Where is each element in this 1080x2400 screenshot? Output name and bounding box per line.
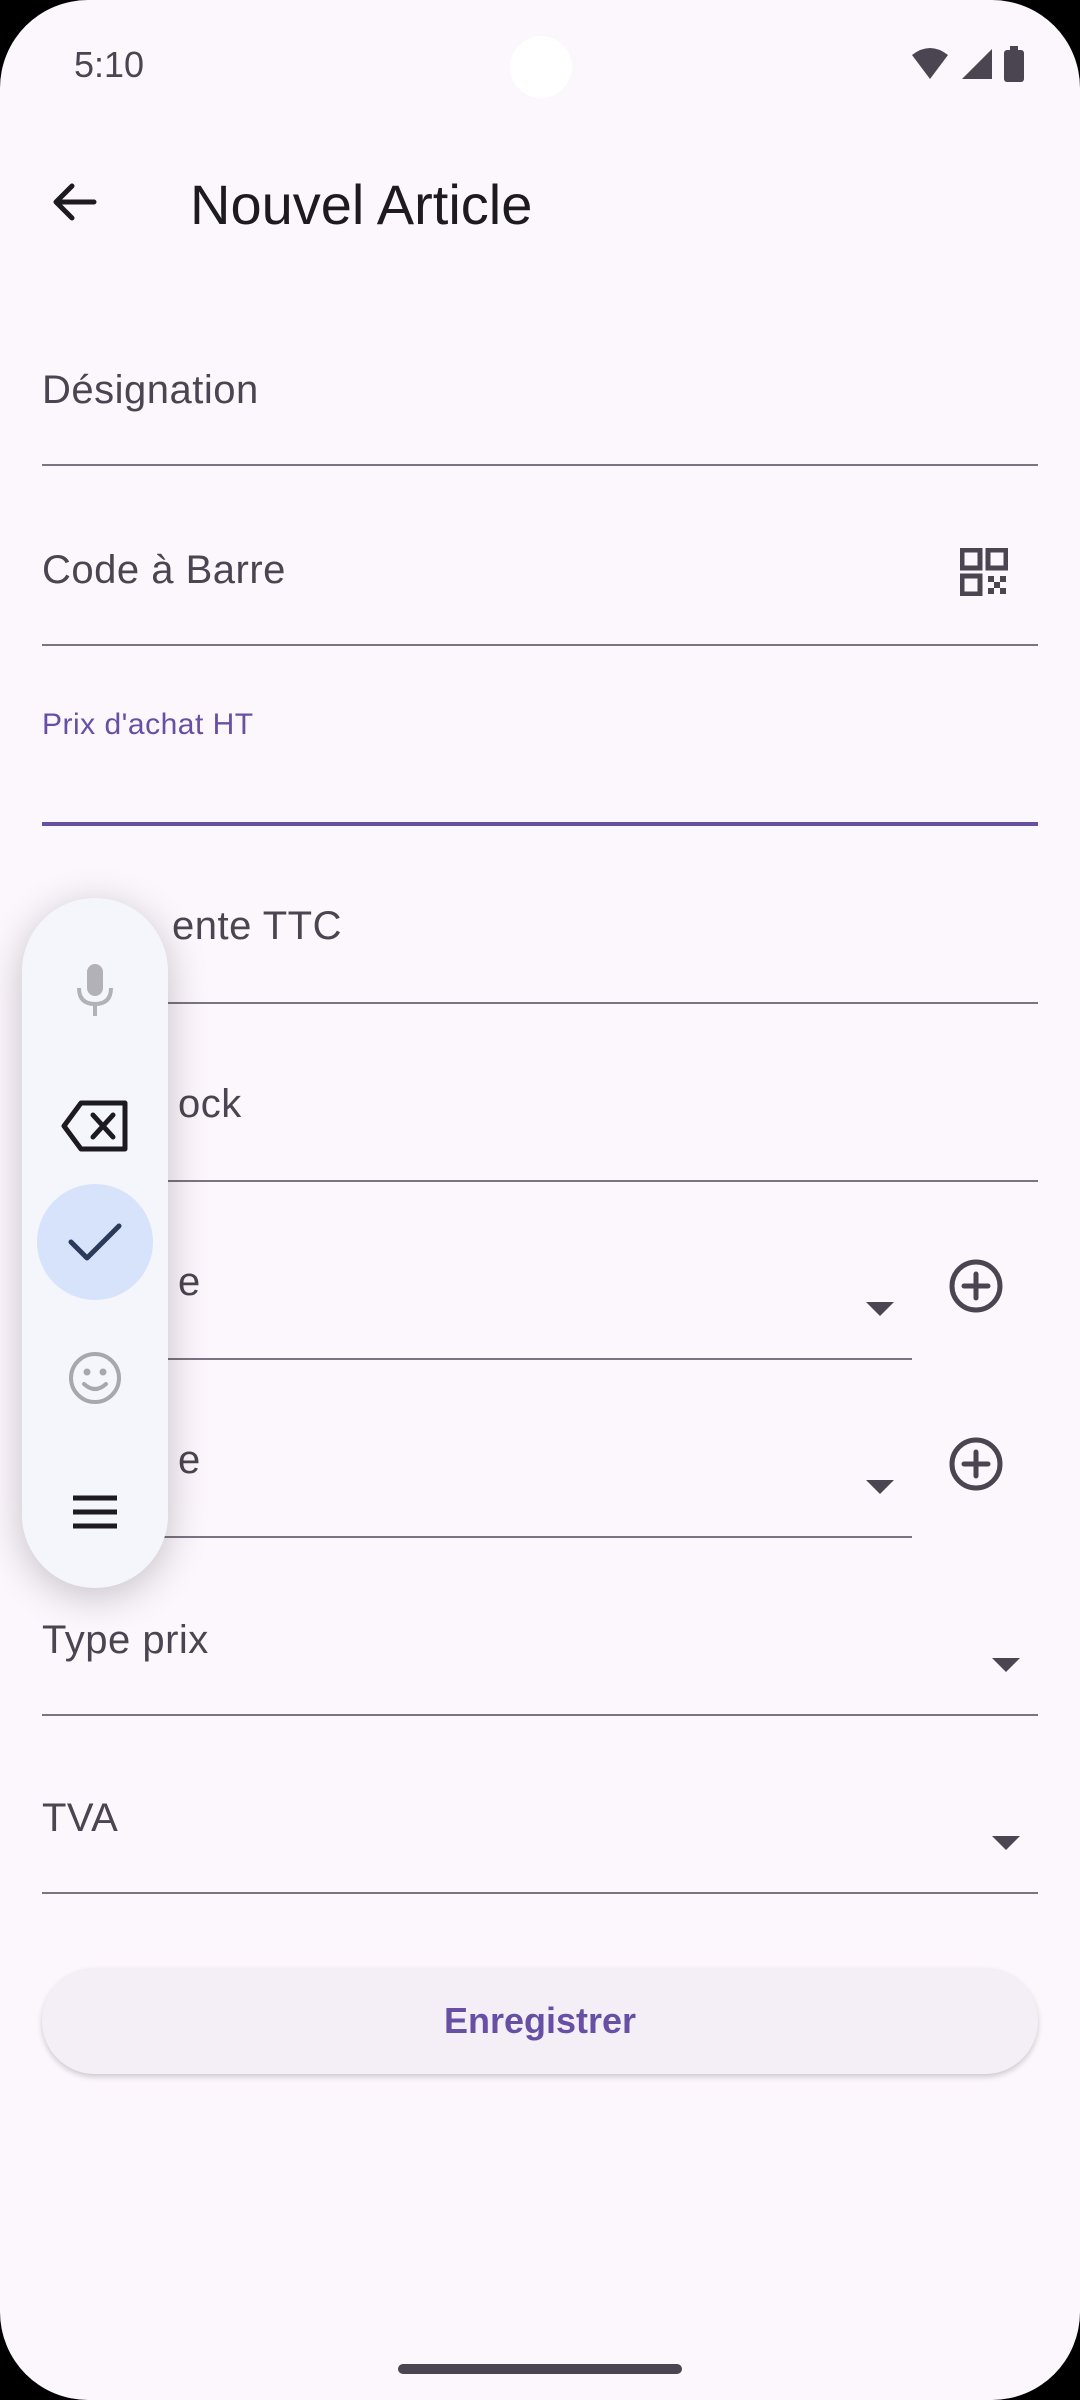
add-family-button[interactable] [946, 1434, 1006, 1494]
home-indicator[interactable] [398, 2364, 682, 2374]
battery-icon [1004, 46, 1024, 82]
save-button[interactable]: Enregistrer [42, 1968, 1038, 2074]
purchase-price-field[interactable]: Prix d'achat HT [42, 688, 1038, 826]
page-title: Nouvel Article [190, 173, 533, 236]
backspace-icon [61, 1100, 128, 1152]
qr-code-icon [959, 547, 1009, 597]
arrow-back-icon [53, 183, 97, 221]
emoji-icon [69, 1352, 121, 1404]
purchase-price-label: Prix d'achat HT [42, 708, 254, 741]
status-icons [910, 46, 1024, 82]
stock-field[interactable]: ock [42, 1044, 1038, 1182]
barcode-label: Code à Barre [42, 548, 286, 592]
category-label: e [178, 1260, 201, 1304]
signal-icon [962, 49, 992, 79]
confirm-button[interactable] [37, 1184, 153, 1300]
wifi-icon [912, 48, 948, 79]
sale-price-field[interactable]: ente TTC [42, 866, 1038, 1004]
back-button[interactable] [42, 170, 106, 234]
category-dropdown[interactable]: e [42, 1222, 912, 1360]
backspace-button[interactable] [37, 1068, 153, 1184]
add-circle-icon [949, 1259, 1003, 1313]
camera-cutout [510, 36, 572, 98]
scan-button[interactable] [959, 547, 1009, 601]
chevron-down-icon [992, 1836, 1020, 1850]
add-circle-icon [949, 1437, 1003, 1491]
status-time: 5:10 [74, 44, 145, 85]
chevron-down-icon [866, 1480, 894, 1494]
mic-icon [77, 964, 113, 1016]
check-icon [68, 1223, 122, 1261]
voice-input-button[interactable] [37, 932, 153, 1048]
price-type-dropdown[interactable]: Type prix [42, 1580, 1038, 1716]
add-category-button[interactable] [946, 1256, 1006, 1316]
family-dropdown[interactable]: e [42, 1400, 912, 1538]
emoji-button[interactable] [37, 1320, 153, 1436]
sale-price-label: ente TTC [172, 904, 342, 948]
chevron-down-icon [992, 1658, 1020, 1672]
chevron-down-icon [866, 1302, 894, 1316]
tva-dropdown[interactable]: TVA [42, 1758, 1038, 1894]
family-label: e [178, 1438, 201, 1482]
tva-label: TVA [42, 1796, 119, 1840]
barcode-field[interactable]: Code à Barre [42, 508, 1038, 646]
designation-field[interactable]: Désignation [42, 330, 1038, 466]
stock-label: ock [178, 1082, 242, 1126]
keyboard-toolbar [22, 898, 168, 1588]
designation-label: Désignation [42, 368, 259, 412]
menu-button[interactable] [37, 1454, 153, 1570]
menu-icon [73, 1495, 117, 1529]
app-screen: 5:10 Nouvel Article Désignation Code à B… [0, 0, 1080, 2400]
price-type-label: Type prix [42, 1618, 209, 1662]
